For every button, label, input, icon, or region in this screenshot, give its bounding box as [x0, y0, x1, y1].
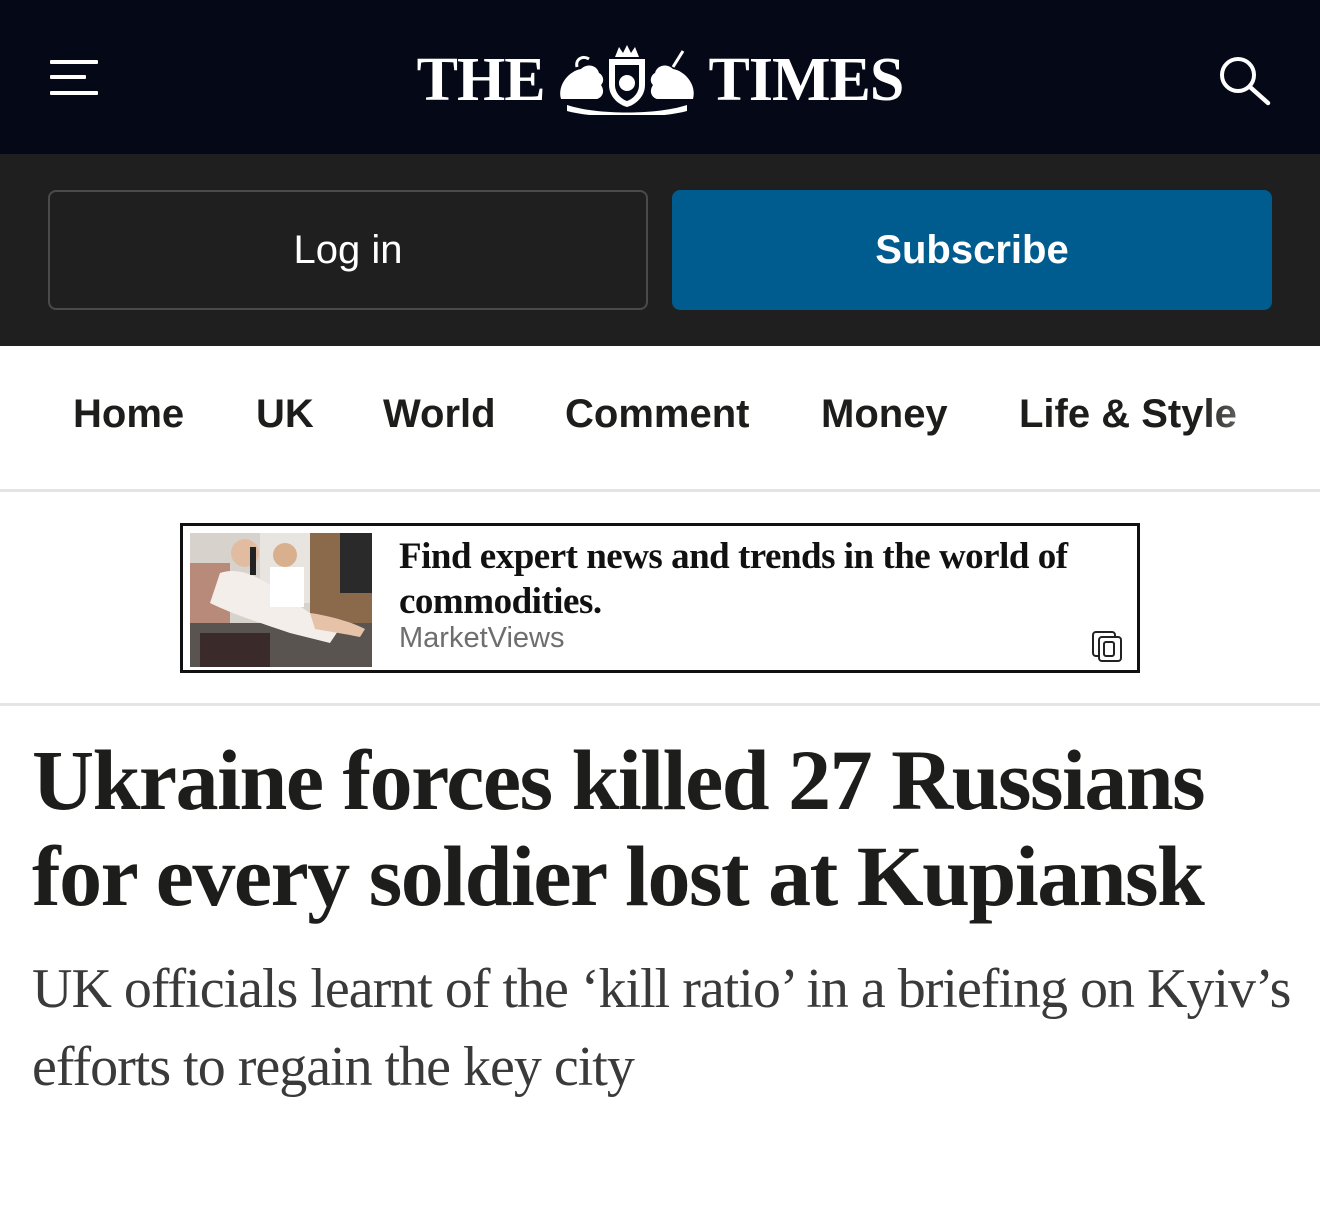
ad-image — [190, 533, 372, 667]
article-headline: Ukraine forces killed 27 Russians for ev… — [32, 732, 1206, 924]
ad-banner[interactable]: Find expert news and trends in the world… — [180, 523, 1140, 673]
search-icon[interactable] — [1216, 54, 1272, 106]
nav-item-home[interactable]: Home — [73, 392, 184, 437]
masthead-times: TIMES — [708, 46, 905, 114]
section-nav: Home UK World Comment Money Life & Style — [0, 346, 1320, 492]
login-button[interactable]: Log in — [48, 190, 648, 310]
top-bar: THE TIMES — [0, 0, 1320, 154]
nav-scroll-fade — [1200, 346, 1320, 489]
article-standfirst: UK officials learnt of the ‘kill ratio’ … — [32, 958, 1291, 1098]
nav-item-world[interactable]: World — [383, 392, 496, 437]
royal-crest-icon — [559, 45, 694, 115]
ad-choices-icon[interactable] — [1091, 630, 1123, 662]
masthead-the: THE — [416, 46, 546, 114]
masthead-logo[interactable]: THE TIMES — [410, 40, 910, 120]
auth-bar: Log in Subscribe — [0, 154, 1320, 346]
nav-item-uk[interactable]: UK — [256, 392, 314, 437]
hamburger-menu-icon[interactable] — [48, 56, 102, 100]
subscribe-button[interactable]: Subscribe — [672, 190, 1272, 310]
nav-item-money[interactable]: Money — [821, 392, 948, 437]
ad-advertiser: MarketViews — [399, 622, 565, 654]
nav-item-comment[interactable]: Comment — [565, 392, 749, 437]
ad-headline: Find expert news and trends in the world… — [399, 536, 1068, 622]
ad-slot: Find expert news and trends in the world… — [0, 492, 1320, 706]
